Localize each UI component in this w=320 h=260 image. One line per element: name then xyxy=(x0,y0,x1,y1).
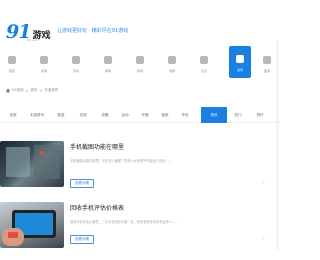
nav-label: 新闻 xyxy=(136,69,143,73)
tab-info-active[interactable]: 资讯 xyxy=(201,107,227,123)
read-more-button[interactable]: 查看详情 xyxy=(70,235,94,244)
tab-ranking[interactable]: 排行 xyxy=(253,110,267,121)
article-title[interactable]: 回收手机评估价格表 xyxy=(70,205,124,213)
nav-item-news[interactable]: 新闻 xyxy=(131,50,149,78)
breadcrumb-home[interactable]: 91游戏 xyxy=(12,88,23,93)
nav-label: 更多 xyxy=(263,69,270,73)
home-icon xyxy=(8,56,16,64)
breadcrumb-section[interactable]: 资讯 xyxy=(30,88,37,93)
breadcrumb: 91游戏 > 资讯 > 手游资讯 xyxy=(6,88,58,93)
nav-item-gifts[interactable]: 礼包 xyxy=(195,50,213,78)
thumbnail-shape xyxy=(34,145,60,179)
nav-item-more[interactable]: 更多 xyxy=(258,50,276,78)
nav-item-info[interactable]: 资讯 xyxy=(229,46,251,78)
article-description: 回收手机评估价格表，二手手机回收价格一览，快来看看你的手机值多少…… xyxy=(70,220,179,224)
gift-icon xyxy=(200,56,208,64)
thumbnail-shape xyxy=(6,147,30,177)
tab-interviews[interactable]: 专访 xyxy=(178,110,192,121)
thumbnail-shape xyxy=(8,232,18,238)
read-more-button[interactable]: 查看详情 xyxy=(70,179,94,188)
nav-item-home[interactable]: 首页 xyxy=(3,50,21,78)
site-slogan: 让游戏更好玩 · 精彩尽在91游戏 xyxy=(57,28,129,34)
tab-guides[interactable]: 攻略 xyxy=(98,110,112,121)
nav-label: 专题 xyxy=(168,69,175,73)
nav-label: 首页 xyxy=(8,69,15,73)
news-icon xyxy=(136,56,144,64)
list-item: 回收手机评估价格表 回收手机评估价格表，二手手机回收价格一览，快来看看你的手机值… xyxy=(0,202,280,258)
article-thumbnail[interactable] xyxy=(0,141,64,187)
logo-subtext: 91.com xyxy=(27,38,39,42)
nav-item-mobile-games[interactable]: 手游 xyxy=(35,50,53,78)
apple-icon xyxy=(104,56,112,64)
tab-mobile-news[interactable]: 手游资讯 xyxy=(26,110,48,121)
home-icon xyxy=(6,88,10,93)
tab-all[interactable]: 全部 xyxy=(6,110,20,121)
breadcrumb-separator: > xyxy=(39,88,43,93)
topic-icon xyxy=(168,56,176,64)
tab-reviews[interactable]: 评测 xyxy=(76,110,90,121)
nav-label: 礼包 xyxy=(200,69,207,73)
category-tabs: 全部 手游资讯 新游 评测 攻略 活动 开服 独家 专访 资讯 热门 排行 xyxy=(0,107,280,123)
breadcrumb-current: 手游资讯 xyxy=(44,88,59,92)
nav-label: 手游 xyxy=(40,69,47,73)
nav-label: 苹果 xyxy=(104,69,111,73)
nav-item-apple[interactable]: 苹果 xyxy=(99,50,117,78)
info-icon xyxy=(236,55,244,63)
tab-new-games[interactable]: 新游 xyxy=(54,110,68,121)
main-nav: 首页 手游 安卓 苹果 新闻 专题 礼包 资讯 更多 xyxy=(0,46,280,80)
nav-label: 资讯 xyxy=(236,68,243,72)
more-icon xyxy=(263,56,271,64)
android-icon xyxy=(72,56,80,64)
tab-hot[interactable]: 热门 xyxy=(231,110,245,121)
scrollbar[interactable] xyxy=(276,40,279,250)
tab-events[interactable]: 活动 xyxy=(118,110,132,121)
tab-exclusive[interactable]: 独家 xyxy=(158,110,172,121)
nav-item-android[interactable]: 安卓 xyxy=(67,50,85,78)
article-description: 手机截图功能在哪里？手机怎么截图？很多小伙伴都不知道怎么操作…… xyxy=(70,159,172,163)
arrow-icon[interactable]: » xyxy=(262,236,265,242)
tab-servers[interactable]: 开服 xyxy=(138,110,152,121)
gamepad-icon xyxy=(40,56,48,64)
list-item: 手机截图功能在哪里 手机截图功能在哪里？手机怎么截图？很多小伙伴都不知道怎么操作… xyxy=(0,141,280,197)
page: 91 游戏 91.com 让游戏更好玩 · 精彩尽在91游戏 首页 手游 安卓 … xyxy=(0,0,280,260)
article-title[interactable]: 手机截图功能在哪里 xyxy=(70,144,124,152)
thumbnail-shape xyxy=(40,151,44,155)
article-thumbnail[interactable] xyxy=(0,202,64,248)
nav-item-topics[interactable]: 专题 xyxy=(163,50,181,78)
nav-label: 安卓 xyxy=(72,69,79,73)
breadcrumb-separator: > xyxy=(25,88,29,93)
arrow-icon[interactable]: » xyxy=(262,180,265,186)
